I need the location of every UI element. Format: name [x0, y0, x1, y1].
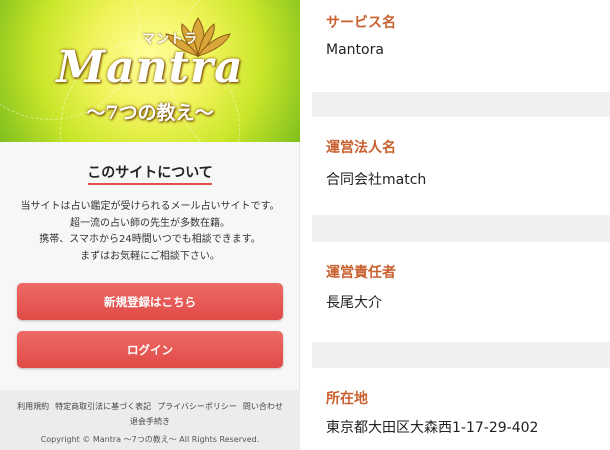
footer-link-commerce-law[interactable]: 特定商取引法に基づく表記	[55, 402, 151, 411]
company-info-panel: サービス名 Mantora 運営法人名 合同会社match 運営責任者 長尾大介…	[312, 0, 610, 450]
about-line: 携帯、スマホから24時間いつでも相談できます。	[39, 234, 261, 245]
hero-banner: マントラ Mantra ～7つの教え～	[0, 0, 300, 142]
footer-link-withdraw[interactable]: 退会手続き	[130, 417, 170, 426]
footer-link-contact[interactable]: 問い合わせ	[243, 402, 283, 411]
info-section-company: 運営法人名 合同会社match	[312, 117, 610, 215]
register-button[interactable]: 新規登録はこちら	[17, 283, 283, 320]
info-value: 東京都大田区大森西1-17-29-402	[326, 420, 539, 436]
about-title: このサイトについて	[87, 165, 213, 181]
about-text: 当サイトは占い鑑定が受けられるメール占いサイトです。 超一流の占い師の先生が多数…	[0, 199, 300, 265]
about-line: 当サイトは占い鑑定が受けられるメール占いサイトです。	[20, 201, 280, 212]
about-line: 超一流の占い師の先生が多数在籍。	[70, 217, 230, 229]
brand-logo: Mantra	[56, 42, 244, 93]
info-section-service: サービス名 Mantora	[312, 0, 610, 92]
footer-link-terms[interactable]: 利用規約	[17, 402, 49, 411]
footer-links: 利用規約 特定商取引法に基づく表記 プライバシーポリシー 問い合わせ 退会手続き	[0, 399, 300, 429]
info-label: 運営責任者	[326, 265, 396, 281]
brand-subtitle: ～7つの教え～	[86, 102, 214, 124]
copyright: Copyright © Mantra 〜7つの教え〜 All Rights Re…	[40, 435, 260, 444]
info-value: 長尾大介	[326, 295, 382, 311]
login-button[interactable]: ログイン	[17, 331, 283, 368]
info-value: 合同会社match	[326, 172, 427, 188]
footer: 利用規約 特定商取引法に基づく表記 プライバシーポリシー 問い合わせ 退会手続き Co…	[0, 390, 300, 450]
title-underline	[88, 183, 212, 185]
info-label: 所在地	[326, 391, 368, 407]
info-section-manager: 運営責任者 長尾大介	[312, 242, 610, 342]
footer-link-privacy[interactable]: プライバシーポリシー	[157, 402, 237, 411]
info-section-address: 所在地 東京都大田区大森西1-17-29-402	[312, 368, 610, 450]
info-label: 運営法人名	[326, 140, 396, 156]
about-line: まずはお気軽にご相談下さい。	[80, 250, 220, 262]
info-label: サービス名	[326, 15, 396, 31]
info-value: Mantora	[326, 42, 384, 58]
left-panel: マントラ Mantra ～7つの教え～ このサイトについて 当サイトは占い鑑定が…	[0, 0, 300, 450]
